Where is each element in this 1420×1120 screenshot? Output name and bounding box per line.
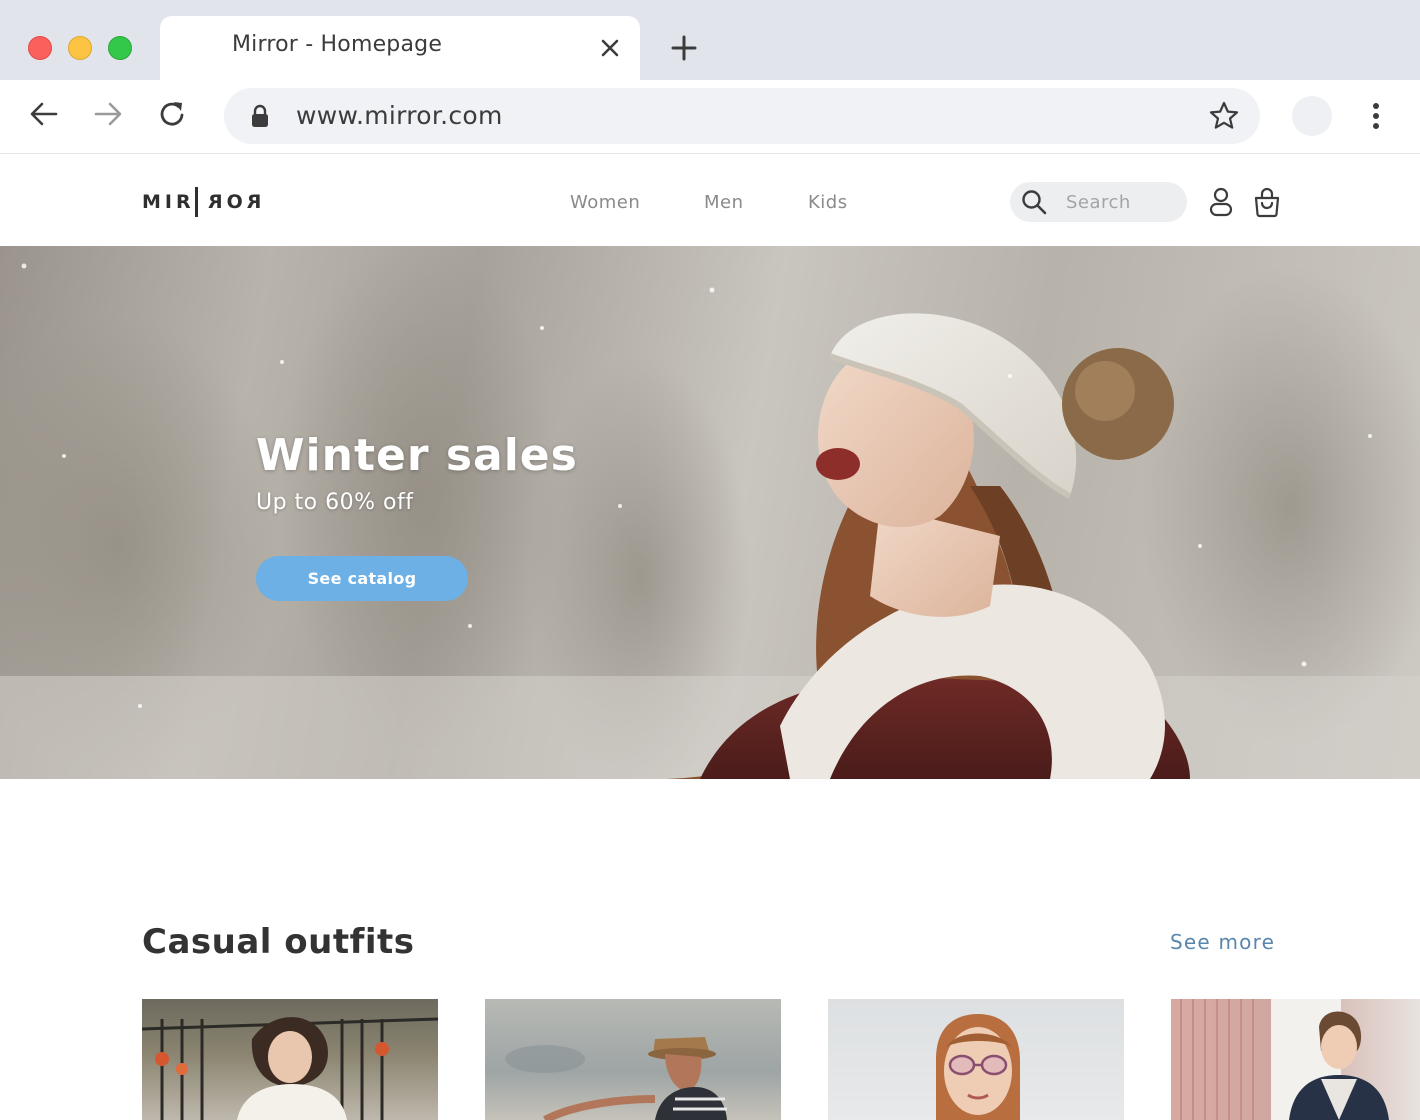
browser-tab-strip: Mirror - Homepage — [0, 0, 1420, 80]
product-image — [1180, 999, 1389, 1120]
hero-title: Winter sales — [256, 430, 578, 481]
product-card[interactable] — [1171, 999, 1420, 1120]
url-text[interactable]: www.mirror.com — [296, 101, 503, 130]
search-input[interactable] — [1066, 190, 1176, 214]
reload-icon[interactable] — [156, 98, 188, 130]
product-image — [142, 1017, 438, 1120]
nav-item-men[interactable]: Men — [704, 192, 744, 213]
browser-tab[interactable]: Mirror - Homepage — [160, 16, 640, 80]
star-icon[interactable] — [1208, 100, 1240, 132]
see-catalog-button[interactable]: See catalog — [256, 556, 468, 601]
logo-text-left: MIR — [142, 191, 195, 213]
site-header: MIR ROR Women Men Kids — [0, 154, 1420, 246]
profile-avatar[interactable] — [1292, 96, 1332, 136]
section-title: Casual outfits — [142, 922, 415, 962]
product-image — [505, 1037, 727, 1120]
window-close-button[interactable] — [28, 36, 52, 60]
site-search — [1010, 182, 1187, 222]
plus-icon[interactable] — [670, 34, 698, 62]
arrow-right-icon[interactable] — [92, 98, 124, 130]
site-logo[interactable]: MIR ROR — [142, 186, 261, 218]
address-bar[interactable]: www.mirror.com — [224, 88, 1260, 144]
product-card[interactable] — [485, 999, 781, 1120]
nav-item-kids[interactable]: Kids — [808, 192, 848, 213]
shopping-bag-icon[interactable] — [1252, 186, 1282, 218]
product-card[interactable] — [142, 999, 438, 1120]
search-icon[interactable] — [1020, 188, 1048, 216]
window-maximize-button[interactable] — [108, 36, 132, 60]
logo-divider — [194, 187, 198, 217]
product-card[interactable] — [828, 999, 1124, 1120]
tab-title: Mirror - Homepage — [232, 32, 443, 57]
kebab-menu-icon[interactable] — [1364, 98, 1388, 134]
hero-banner: Winter sales Up to 60% off See catalog — [0, 246, 1420, 779]
close-icon[interactable] — [598, 36, 622, 60]
hero-image — [0, 246, 1420, 779]
nav-item-women[interactable]: Women — [570, 192, 640, 213]
logo-text-right: ROR — [203, 191, 262, 213]
browser-toolbar: www.mirror.com — [0, 80, 1420, 154]
see-more-link[interactable]: See more — [1170, 930, 1275, 954]
product-image — [936, 1014, 1020, 1120]
lock-icon — [252, 104, 268, 127]
user-icon[interactable] — [1206, 186, 1236, 218]
arrow-left-icon[interactable] — [28, 98, 60, 130]
hero-subtitle: Up to 60% off — [256, 490, 414, 515]
window-minimize-button[interactable] — [68, 36, 92, 60]
